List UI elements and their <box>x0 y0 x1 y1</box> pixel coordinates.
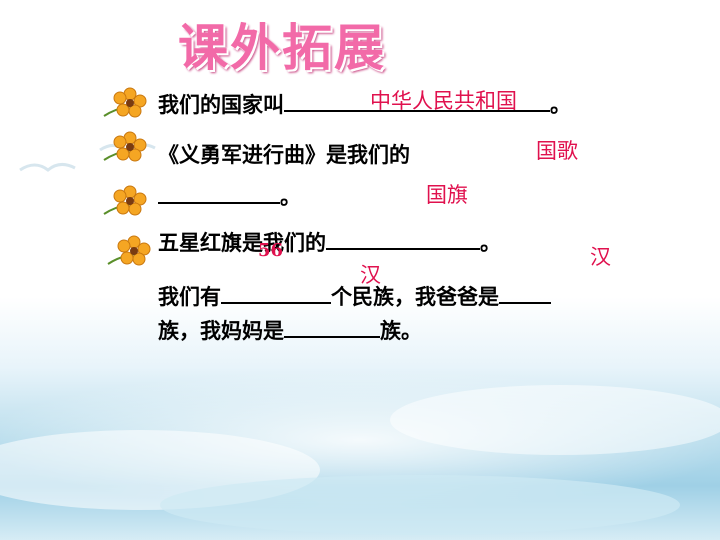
answer-flag: 国旗 <box>426 183 468 207</box>
question-mother-suffix: 族。 <box>380 319 422 343</box>
answer-ethnic-count: 56 <box>258 240 284 261</box>
question-anthem-blank-line: 。 <box>158 180 301 212</box>
flower-icon <box>107 235 151 266</box>
question-mother-prefix: 族，我妈妈是 <box>158 319 284 343</box>
question-anthem-suffix: 。 <box>280 185 301 209</box>
blank-ethnic-count <box>221 280 331 304</box>
question-country-prefix: 我们的国家叫 <box>158 93 284 117</box>
flower-icon <box>103 87 147 118</box>
answer-mother: 汉 <box>360 263 381 287</box>
question-ethnic-prefix: 我们有 <box>158 285 221 309</box>
question-anthem-text: 《义勇军进行曲》是我们的 <box>158 143 410 167</box>
question-flag-suffix: 。 <box>480 231 501 255</box>
question-flag-prefix: 五星红旗是我们的 <box>158 231 326 255</box>
blank-flag <box>326 226 480 250</box>
flower-icon <box>103 131 147 162</box>
answer-country: 中华人民共和国 <box>370 89 517 113</box>
page-title: 课外拓展 <box>178 19 386 77</box>
question-country-suffix: 。 <box>550 93 571 117</box>
blank-anthem <box>158 180 280 204</box>
answer-father: 汉 <box>590 245 611 269</box>
question-ethnic: 我们有 个民族，我爸爸是 <box>158 280 551 312</box>
blank-mother <box>284 314 380 338</box>
flower-icon <box>103 185 147 216</box>
slide: 课外拓展 我们的国家叫 。 《义勇军进行曲》是我们的 。 五星红旗是我们的 。 … <box>0 0 720 540</box>
question-flag: 五星红旗是我们的 。 <box>158 226 501 258</box>
question-ethnic-mid: 个民族，我爸爸是 <box>331 285 499 309</box>
question-anthem: 《义勇军进行曲》是我们的 <box>158 140 410 170</box>
blank-father <box>499 280 551 304</box>
question-mother: 族，我妈妈是 族。 <box>158 314 422 346</box>
answer-anthem: 国歌 <box>536 139 578 163</box>
